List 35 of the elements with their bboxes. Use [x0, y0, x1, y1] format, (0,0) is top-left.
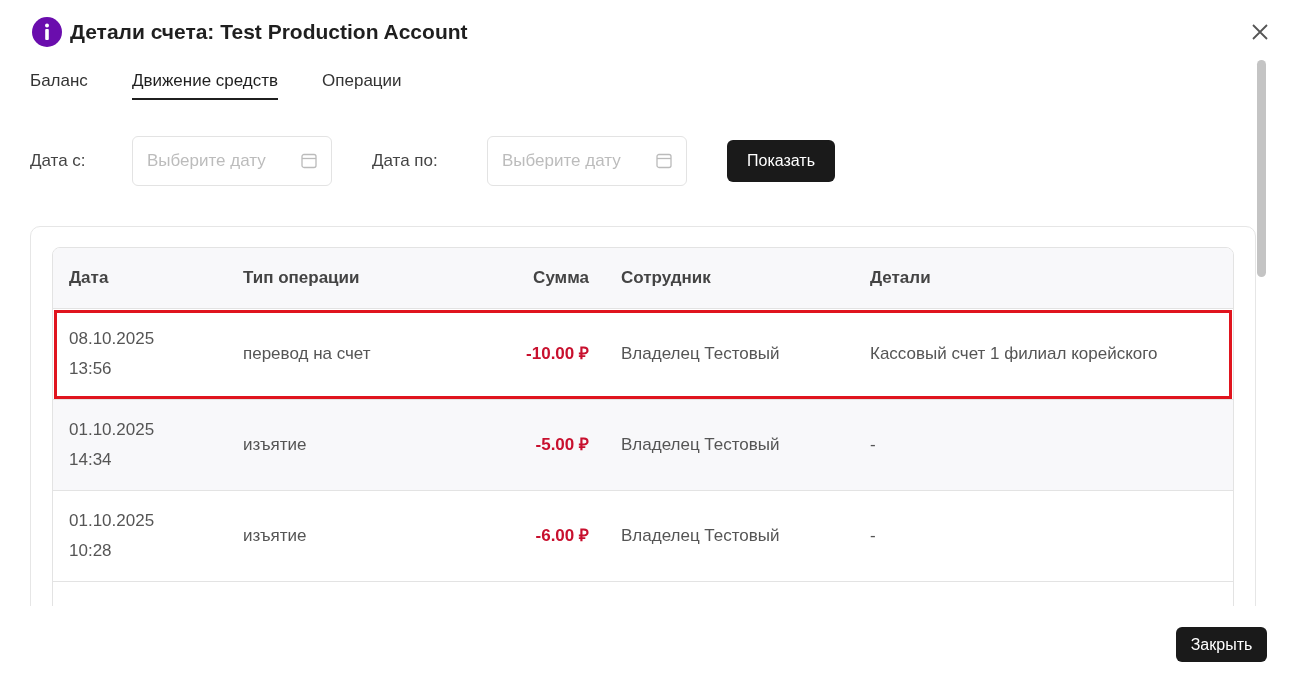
column-header: Дата — [68, 267, 110, 290]
table-cell-text: изъятие — [242, 434, 308, 457]
table-cell-text: - — [869, 525, 877, 548]
table-cell-text: Владелец Тестовый — [620, 525, 781, 548]
calendar-icon — [301, 153, 317, 169]
table-cell-text: Владелец Тестовый — [620, 343, 781, 366]
column-header: Сотрудник — [620, 267, 712, 290]
table-cell-text: Кассовый счет 1 филиал корейского — [869, 343, 1159, 366]
table-cell-text: -10.00 ₽ — [525, 343, 590, 366]
date-time-cell-text: 01.10.2025 10:28 — [68, 510, 156, 562]
tab[interactable]: Движение средств — [131, 64, 279, 100]
table-cell-text: -6.00 ₽ — [534, 525, 590, 548]
tab[interactable]: Баланс — [30, 64, 88, 100]
column-header: Детали — [869, 267, 932, 290]
table-cell-text: - — [869, 434, 877, 457]
info-icon — [32, 17, 62, 47]
close-icon[interactable] — [1251, 23, 1269, 41]
table-row[interactable]: 01.10.2025 14:34 изъятие -5.00 ₽ Владелец Тестовый - — [53, 400, 1233, 491]
dialog-title: Детали счета: Test Production Account — [70, 19, 468, 46]
table-cell-text: -5.00 ₽ — [534, 434, 590, 457]
date-from-label: Дата с: — [30, 150, 87, 173]
close-button[interactable]: Закрыть — [1176, 627, 1267, 662]
table-cell-text: изъятие — [242, 525, 308, 548]
table-cell-text: Владелец Тестовый — [620, 434, 781, 457]
tab[interactable]: Операции — [322, 64, 402, 100]
show-button[interactable]: Показать — [727, 140, 835, 182]
calendar-icon — [656, 153, 672, 169]
table-cell-text: перевод на счет — [242, 343, 372, 366]
date-to-label: Дата по: — [372, 150, 439, 173]
date-time-cell-text: 01.10.2025 14:34 — [68, 419, 156, 471]
column-header: Тип операции — [242, 267, 361, 290]
date-time-cell-text: 08.10.2025 13:56 — [68, 328, 156, 380]
column-header: Сумма — [532, 267, 590, 290]
scrollbar-thumb[interactable] — [1257, 60, 1266, 277]
highlighted-row[interactable]: 08.10.2025 13:56 перевод на счет -10.00 ₽ Владелец Тестовый Кассовый счет 1 филиал корейского — [53, 309, 1233, 400]
